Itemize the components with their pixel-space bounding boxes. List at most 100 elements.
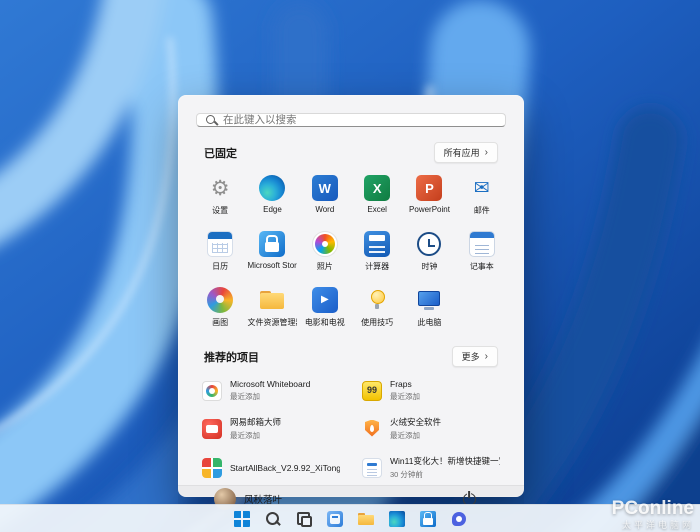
- recommended-item-fraps[interactable]: 99 Fraps 最近添加: [354, 374, 508, 407]
- paint-icon: [207, 287, 233, 313]
- recommended-item-meta: 最近添加: [390, 391, 420, 402]
- pinned-app-notepad[interactable]: 记事本: [456, 228, 508, 275]
- pinned-app-pc[interactable]: 此电脑: [403, 284, 455, 331]
- taskbar-ms-store-button[interactable]: [416, 507, 440, 531]
- app-label: 使用技巧: [361, 317, 393, 328]
- recommended-item-name: Win11变化大！新增快捷键一览: [390, 455, 500, 467]
- start-icon: [234, 511, 250, 527]
- desktop: 已固定 所有应用 › ⚙ 设置 Edge W Word: [0, 0, 700, 532]
- search-input[interactable]: [223, 114, 496, 126]
- photos-icon: [312, 231, 338, 257]
- app-label: 画图: [212, 317, 228, 328]
- file-explorer-icon: [358, 511, 374, 527]
- app-label: 设置: [212, 205, 228, 216]
- calendar-icon: [207, 231, 233, 257]
- recommended-item-meta: 最近添加: [230, 430, 281, 441]
- pinned-section-header: 已固定 所有应用 ›: [204, 142, 498, 163]
- recommended-item-huorong[interactable]: 火绒安全软件 最近添加: [354, 411, 508, 446]
- pinned-app-calendar[interactable]: 日历: [194, 228, 246, 275]
- more-button[interactable]: 更多 ›: [452, 346, 498, 367]
- taskbar-widgets-button[interactable]: [323, 507, 347, 531]
- pinned-apps-grid: ⚙ 设置 Edge W Word X Excel: [194, 172, 508, 331]
- pinned-app-clock[interactable]: 时钟: [403, 228, 455, 275]
- pinned-app-settings[interactable]: ⚙ 设置: [194, 172, 246, 219]
- app-label: PowerPoint: [409, 205, 450, 214]
- store-icon: [259, 231, 285, 257]
- taskbar-chat-button[interactable]: [447, 507, 471, 531]
- taskbar-start-button[interactable]: [230, 507, 254, 531]
- mail-icon: ✉: [469, 175, 495, 201]
- word-icon: W: [312, 175, 338, 201]
- app-label: 时钟: [421, 261, 437, 272]
- all-apps-label: 所有应用: [444, 146, 480, 159]
- recommended-item-name: StartAllBack_V2.9.92_XiTongZhi.ia: [230, 463, 340, 473]
- excel-icon: X: [364, 175, 390, 201]
- recommended-item-name: Fraps: [390, 379, 420, 389]
- recommended-item-meta: 30 分钟前: [390, 469, 500, 480]
- startallback-icon: [202, 458, 222, 478]
- recommended-section-title: 推荐的项目: [204, 349, 259, 365]
- recommended-item-meta: 最近添加: [230, 391, 310, 402]
- pc-icon: [416, 287, 442, 313]
- ms-store-icon: [420, 511, 436, 527]
- chat-icon: [451, 511, 467, 527]
- app-label: Word: [315, 205, 334, 214]
- pinned-section-title: 已固定: [204, 145, 237, 161]
- edge-browser-icon: [389, 511, 405, 527]
- chevron-right-icon: ›: [485, 148, 488, 158]
- movies-icon: ▶: [312, 287, 338, 313]
- taskbar-search-button[interactable]: [261, 507, 285, 531]
- fraps-icon: 99: [362, 381, 382, 401]
- recommended-item-doc[interactable]: Win11变化大！新增快捷键一览 30 分钟前: [354, 450, 508, 485]
- edge-icon: [259, 175, 285, 201]
- app-label: Microsoft Store: [247, 261, 297, 270]
- app-label: 日历: [212, 261, 228, 272]
- doc-icon: [362, 458, 382, 478]
- pinned-app-powerpoint[interactable]: P PowerPoint: [403, 172, 455, 219]
- recommended-item-name: 火绒安全软件: [390, 416, 441, 428]
- notepad-icon: [469, 231, 495, 257]
- pinned-app-explorer[interactable]: 文件资源管理器: [246, 284, 298, 331]
- pinned-app-movies[interactable]: ▶ 电影和电视: [299, 284, 351, 331]
- app-label: 邮件: [474, 205, 490, 216]
- recommended-item-startallback[interactable]: StartAllBack_V2.9.92_XiTongZhi.ia: [194, 450, 348, 485]
- netease-icon: [202, 419, 222, 439]
- pinned-app-edge[interactable]: Edge: [246, 172, 298, 219]
- app-label: 照片: [317, 261, 333, 272]
- task-view-icon: [296, 511, 312, 527]
- recommended-item-name: 网易邮箱大师: [230, 416, 281, 428]
- taskbar-file-explorer-button[interactable]: [354, 507, 378, 531]
- taskbar-edge-browser-button[interactable]: [385, 507, 409, 531]
- recommended-item-meta: 最近添加: [390, 430, 441, 441]
- app-label: 文件资源管理器: [247, 317, 297, 328]
- settings-icon: ⚙: [207, 175, 233, 201]
- taskbar-task-view-button[interactable]: [292, 507, 316, 531]
- pinned-app-store[interactable]: Microsoft Store: [246, 228, 298, 275]
- pinned-app-tips[interactable]: 使用技巧: [351, 284, 403, 331]
- whiteboard-icon: [202, 381, 222, 401]
- search-box[interactable]: [196, 113, 506, 127]
- app-label: 此电脑: [417, 317, 441, 328]
- powerpoint-icon: P: [416, 175, 442, 201]
- app-label: 电影和电视: [305, 317, 345, 328]
- pinned-app-calculator[interactable]: 计算器: [351, 228, 403, 275]
- all-apps-button[interactable]: 所有应用 ›: [434, 142, 498, 163]
- recommended-section-header: 推荐的项目 更多 ›: [204, 346, 498, 367]
- start-menu: 已固定 所有应用 › ⚙ 设置 Edge W Word: [178, 95, 524, 497]
- recommended-item-whiteboard[interactable]: Microsoft Whiteboard 最近添加: [194, 374, 348, 407]
- taskbar: [0, 504, 700, 532]
- app-label: Excel: [367, 205, 387, 214]
- clock-icon: [416, 231, 442, 257]
- huorong-icon: [362, 419, 382, 439]
- pinned-app-word[interactable]: W Word: [299, 172, 351, 219]
- pinned-app-excel[interactable]: X Excel: [351, 172, 403, 219]
- more-label: 更多: [462, 350, 480, 363]
- recommended-item-netease[interactable]: 网易邮箱大师 最近添加: [194, 411, 348, 446]
- pinned-app-paint[interactable]: 画图: [194, 284, 246, 331]
- widgets-icon: [327, 511, 343, 527]
- pinned-app-photos[interactable]: 照片: [299, 228, 351, 275]
- pinned-app-mail[interactable]: ✉ 邮件: [456, 172, 508, 219]
- app-label: Edge: [263, 205, 282, 214]
- app-label: 计算器: [365, 261, 389, 272]
- recommended-grid: Microsoft Whiteboard 最近添加 99 Fraps 最近添加: [194, 374, 508, 485]
